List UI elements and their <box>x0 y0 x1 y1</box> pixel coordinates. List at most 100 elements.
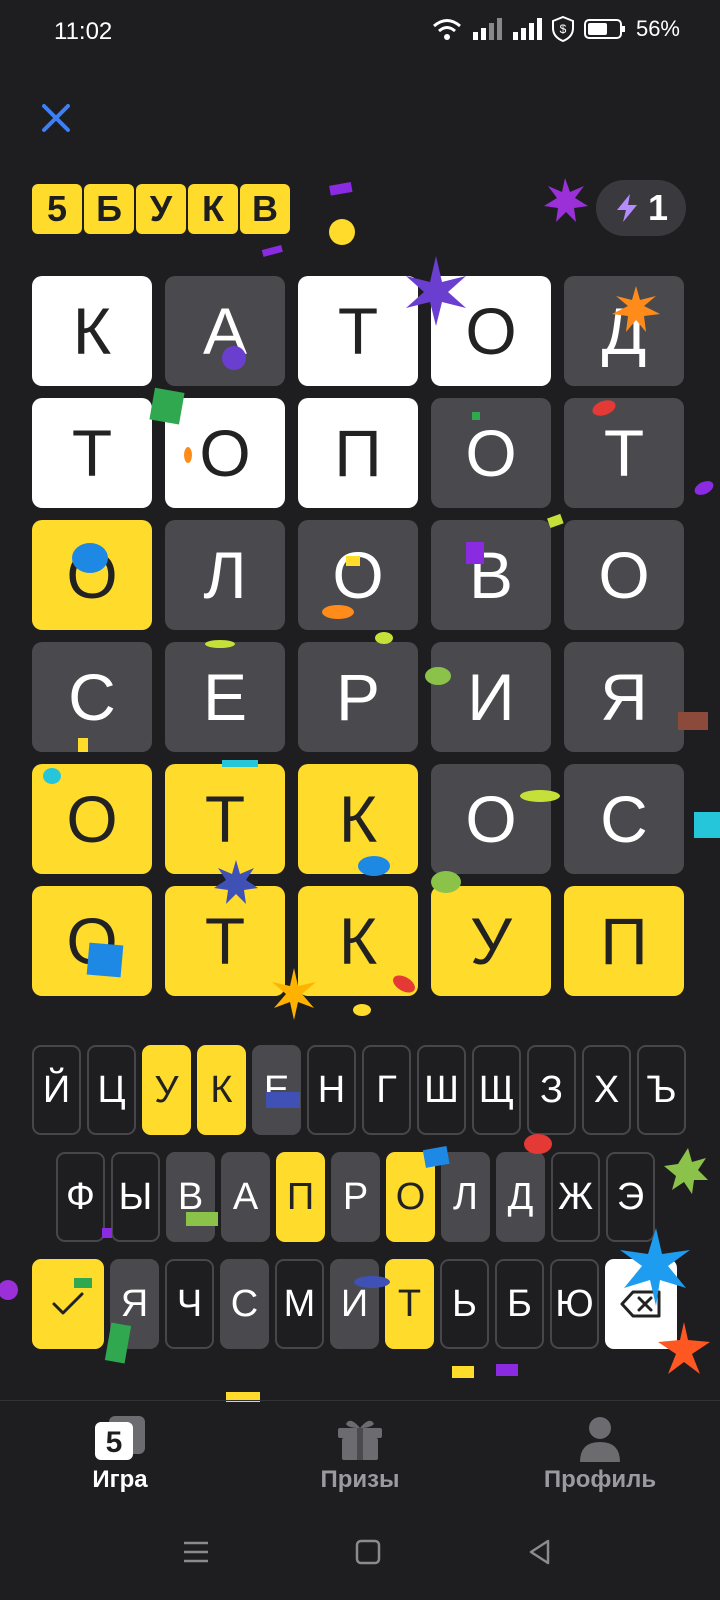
board-tile: И <box>431 642 551 752</box>
key[interactable]: Ю <box>550 1259 599 1349</box>
svg-text:5: 5 <box>106 1426 123 1459</box>
tab-game[interactable]: 5 Игра <box>0 1400 240 1500</box>
board-tile: Т <box>298 276 418 386</box>
board-tile: Т <box>32 398 152 508</box>
tab-label: Профиль <box>543 1466 657 1493</box>
home-square-icon[interactable] <box>354 1538 382 1566</box>
backspace-icon <box>620 1290 661 1318</box>
key[interactable]: Я <box>110 1259 159 1349</box>
board-tile: В <box>431 520 551 630</box>
enter-key[interactable] <box>32 1259 104 1349</box>
key[interactable]: Л <box>441 1152 490 1242</box>
key[interactable]: Ь <box>440 1259 489 1349</box>
board-tile: О <box>32 886 152 996</box>
key[interactable]: С <box>220 1259 269 1349</box>
signal-icon <box>472 18 502 40</box>
signal-2-icon <box>512 18 542 40</box>
key[interactable]: Ы <box>111 1152 160 1242</box>
game-5-icon: 5 <box>95 1416 145 1460</box>
key[interactable]: Э <box>606 1152 655 1242</box>
app-logo: 5 Б У К В <box>32 184 290 234</box>
board-tile: О <box>431 276 551 386</box>
board-tile: С <box>564 764 684 874</box>
key[interactable]: Ъ <box>637 1045 686 1135</box>
board-tile: О <box>431 764 551 874</box>
gift-icon <box>338 1420 382 1460</box>
board-tile: Е <box>165 642 285 752</box>
status-bar: 11:02 $ 56% <box>0 0 720 64</box>
shield-icon: $ <box>551 16 574 42</box>
tab-label: Призы <box>320 1466 400 1493</box>
game-board: КАТОДТОПОТОЛОВОСЕРИЯОТКОСОТКУП <box>32 276 684 996</box>
keyboard-row: ФЫВАПРОЛДЖЭ <box>32 1152 690 1242</box>
key[interactable]: Ц <box>87 1045 136 1135</box>
key[interactable]: Х <box>582 1045 631 1135</box>
board-tile: К <box>32 276 152 386</box>
menu-icon[interactable] <box>182 1538 210 1566</box>
board-tile: Л <box>165 520 285 630</box>
keyboard: ЙЦУКЕНГШЩЗХЪ ФЫВАПРОЛДЖЭ ЯЧСМИТЬБЮ <box>32 1045 690 1366</box>
key[interactable]: В <box>166 1152 215 1242</box>
back-triangle-icon[interactable] <box>526 1538 554 1566</box>
board-tile: Т <box>165 764 285 874</box>
tab-label: Игра <box>92 1466 148 1493</box>
key[interactable]: Ж <box>551 1152 600 1242</box>
key[interactable]: К <box>197 1045 246 1135</box>
board-tile: Д <box>564 276 684 386</box>
key[interactable]: Г <box>362 1045 411 1135</box>
lightning-icon <box>616 194 637 222</box>
logo-letter: 5 <box>32 184 82 234</box>
logo-letter: К <box>188 184 238 234</box>
key[interactable]: Н <box>307 1045 356 1135</box>
key[interactable]: Б <box>495 1259 544 1349</box>
logo-letter: В <box>240 184 290 234</box>
logo-letter: Б <box>84 184 134 234</box>
board-tile: Р <box>298 642 418 752</box>
tab-prizes[interactable]: Призы <box>240 1400 480 1500</box>
keyboard-row: ЯЧСМИТЬБЮ <box>32 1259 690 1349</box>
board-tile: Т <box>165 886 285 996</box>
key[interactable]: А <box>221 1152 270 1242</box>
key[interactable]: Щ <box>472 1045 521 1135</box>
board-tile: К <box>298 764 418 874</box>
tab-bar: 5 Игра Призы Профиль <box>0 1400 720 1500</box>
battery-icon <box>583 19 625 39</box>
board-tile: У <box>431 886 551 996</box>
key[interactable]: Ф <box>56 1152 105 1242</box>
hint-button[interactable]: 1 <box>596 180 686 236</box>
key[interactable]: Д <box>496 1152 545 1242</box>
close-icon[interactable] <box>38 100 74 136</box>
key[interactable]: И <box>330 1259 379 1349</box>
board-tile: О <box>564 520 684 630</box>
key[interactable]: З <box>527 1045 576 1135</box>
key[interactable]: Ш <box>417 1045 466 1135</box>
board-tile: О <box>298 520 418 630</box>
board-tile: С <box>32 642 152 752</box>
key[interactable]: Е <box>252 1045 301 1135</box>
key[interactable]: М <box>275 1259 324 1349</box>
key[interactable]: Ч <box>165 1259 214 1349</box>
board-tile: Я <box>564 642 684 752</box>
backspace-key[interactable] <box>605 1259 677 1349</box>
key[interactable]: Р <box>331 1152 380 1242</box>
battery-percent: 56% <box>635 16 680 41</box>
wifi-icon <box>432 19 461 40</box>
key[interactable]: Й <box>32 1045 81 1135</box>
checkmark-icon <box>52 1292 84 1315</box>
board-tile: К <box>298 886 418 996</box>
key[interactable]: У <box>142 1045 191 1135</box>
svg-text:$: $ <box>560 22 567 36</box>
key[interactable]: Т <box>385 1259 434 1349</box>
board-tile: О <box>431 398 551 508</box>
logo-letter: У <box>136 184 186 234</box>
tab-profile[interactable]: Профиль <box>480 1400 720 1500</box>
system-navigation-bar <box>0 1510 720 1600</box>
board-tile: А <box>165 276 285 386</box>
hint-count: 1 <box>647 187 669 228</box>
board-tile: О <box>165 398 285 508</box>
status-icons: $ 56% <box>432 16 680 42</box>
status-time: 11:02 <box>54 18 113 45</box>
key[interactable]: О <box>386 1152 435 1242</box>
board-tile: О <box>32 764 152 874</box>
key[interactable]: П <box>276 1152 325 1242</box>
